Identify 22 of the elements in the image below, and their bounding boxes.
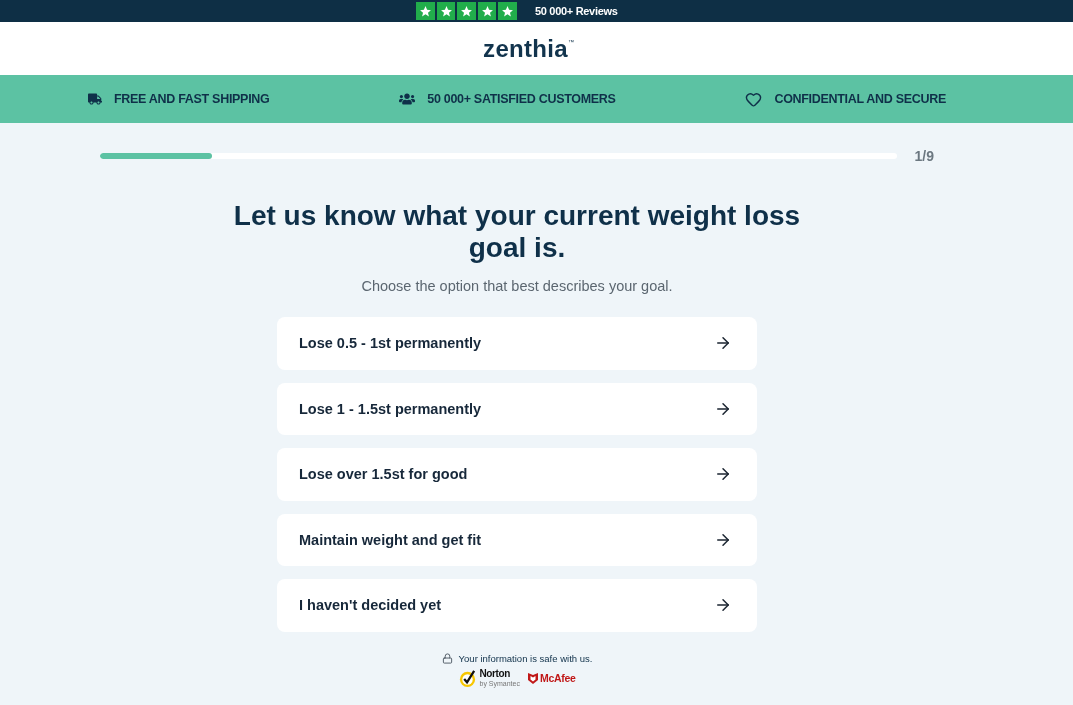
step-counter: 1/9 bbox=[914, 148, 934, 164]
answer-option[interactable]: Lose 1 - 1.5st permanently bbox=[277, 382, 757, 435]
truck-icon bbox=[88, 92, 102, 106]
answer-option[interactable]: I haven't decided yet bbox=[277, 579, 757, 632]
benefit-label: CONFIDENTIAL AND SECURE bbox=[774, 92, 946, 106]
answer-option[interactable]: Maintain weight and get fit bbox=[277, 513, 757, 566]
lock-icon bbox=[441, 653, 453, 664]
norton-logo-text: Norton bbox=[479, 669, 511, 679]
question-subtitle: Choose the option that best describes your goal. bbox=[361, 277, 673, 296]
people-icon bbox=[399, 91, 416, 107]
benefit-label: FREE AND FAST SHIPPING bbox=[114, 92, 270, 106]
security-note: Your information is safe with us. bbox=[458, 651, 593, 666]
reviews-count: 50 000+ Reviews bbox=[534, 5, 618, 17]
benefit-label: 50 000+ SATISFIED CUSTOMERS bbox=[427, 92, 616, 106]
logo-text[interactable]: zenthia bbox=[483, 34, 568, 63]
checkmark-seal-icon bbox=[458, 668, 478, 688]
mcafee-logo-text: McAfee bbox=[539, 672, 576, 684]
answer-option[interactable]: Lose 0.5 - 1st permanently bbox=[277, 317, 757, 370]
heart-icon bbox=[745, 90, 763, 108]
answer-option[interactable]: Lose over 1.5st for good bbox=[277, 448, 757, 501]
question-title: Let us know what your current weight loss goal is. bbox=[232, 200, 802, 264]
shield-icon bbox=[527, 672, 538, 684]
